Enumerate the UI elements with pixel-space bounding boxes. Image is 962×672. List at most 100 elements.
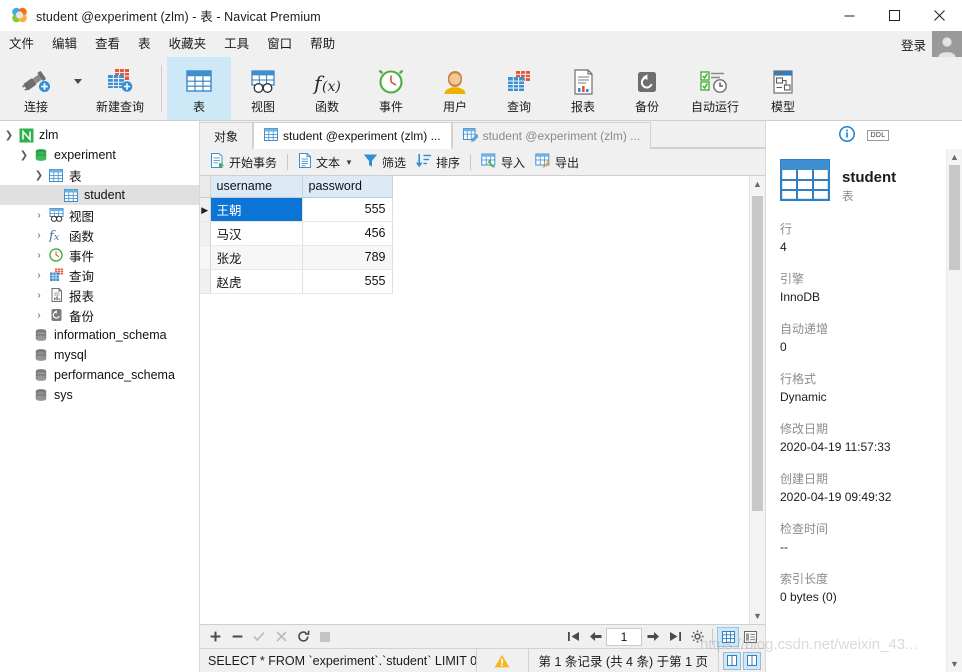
info-panel-scrollbar[interactable]: ▲ ▼: [946, 149, 962, 672]
row-marker[interactable]: [200, 269, 211, 294]
avatar[interactable]: [932, 31, 962, 57]
data-grid[interactable]: username password ▶ 王朝 555 马汉 456 张龙 789…: [200, 176, 749, 624]
scrollbar-track[interactable]: [947, 165, 962, 656]
last-record-button[interactable]: [664, 627, 686, 647]
discard-changes-button[interactable]: [270, 627, 292, 647]
text-button[interactable]: 文本 ▼: [293, 151, 358, 174]
tree-node-views[interactable]: › 视图: [0, 205, 199, 225]
form-view-toggle[interactable]: [739, 627, 761, 647]
toolbar-report[interactable]: 报表: [551, 57, 615, 120]
tree-node-experiment[interactable]: ❯ experiment: [0, 145, 199, 165]
menu-window[interactable]: 窗口: [258, 31, 301, 57]
previous-record-button[interactable]: [584, 627, 606, 647]
grid-settings-button[interactable]: [686, 627, 708, 647]
chevron-down-icon[interactable]: ❯: [2, 130, 16, 141]
chevron-right-icon[interactable]: ›: [32, 210, 46, 221]
toolbar-view[interactable]: 视图: [231, 57, 295, 120]
toolbar-backup[interactable]: 备份: [615, 57, 679, 120]
toolbar-function[interactable]: f (x) 函数: [295, 57, 359, 120]
warning-icon[interactable]: [475, 648, 528, 672]
tree-node-information-schema[interactable]: information_schema: [0, 325, 199, 345]
table-row[interactable]: ▶ 王朝 555: [200, 197, 393, 222]
scroll-up-icon[interactable]: ▲: [750, 176, 765, 192]
row-marker[interactable]: [200, 245, 211, 270]
toolbar-event[interactable]: 事件: [359, 57, 423, 120]
chevron-down-icon[interactable]: ▼: [345, 158, 353, 167]
grid-vertical-scrollbar[interactable]: ▲ ▼: [749, 176, 765, 624]
next-record-button[interactable]: [642, 627, 664, 647]
begin-transaction-button[interactable]: 开始事务: [205, 151, 282, 174]
menu-file[interactable]: 文件: [0, 31, 43, 57]
tree-node-sys[interactable]: sys: [0, 385, 199, 405]
filter-button[interactable]: 筛选: [358, 151, 411, 174]
chevron-down-icon[interactable]: ❯: [17, 150, 31, 161]
status-form-icon[interactable]: [743, 651, 761, 670]
object-tree-sidebar[interactable]: ❯ zlm ❯ experiment ❯ 表 student › 视图 › f …: [0, 121, 200, 672]
close-button[interactable]: [917, 0, 962, 31]
cell-password[interactable]: 789: [302, 245, 393, 270]
menu-favorites[interactable]: 收藏夹: [160, 31, 216, 57]
toolbar-model[interactable]: 模型: [751, 57, 815, 120]
cell-username[interactable]: 马汉: [210, 221, 303, 246]
first-record-button[interactable]: [562, 627, 584, 647]
cell-password[interactable]: 555: [302, 269, 393, 294]
toolbar-table[interactable]: 表: [167, 57, 231, 120]
export-button[interactable]: 导出: [530, 151, 584, 174]
add-record-button[interactable]: [204, 627, 226, 647]
page-number-input[interactable]: 1: [606, 627, 642, 646]
grid-view-toggle[interactable]: [717, 626, 739, 647]
row-marker[interactable]: [200, 221, 211, 246]
menu-table[interactable]: 表: [129, 31, 160, 57]
table-row[interactable]: 马汉 456: [200, 221, 393, 246]
scroll-down-icon[interactable]: ▼: [947, 656, 962, 672]
column-header-username[interactable]: username: [210, 176, 303, 198]
info-icon[interactable]: [838, 125, 855, 145]
menu-tools[interactable]: 工具: [215, 31, 258, 57]
menu-view[interactable]: 查看: [86, 31, 129, 57]
tree-node-tables[interactable]: ❯ 表: [0, 165, 199, 185]
maximize-button[interactable]: [872, 0, 917, 31]
ddl-button[interactable]: DDL: [866, 129, 890, 141]
chevron-right-icon[interactable]: ›: [32, 290, 46, 301]
tree-node-functions[interactable]: › fx 函数: [0, 225, 199, 245]
toolbar-user[interactable]: 用户: [423, 57, 487, 120]
scrollbar-thumb[interactable]: [949, 165, 960, 270]
chevron-down-icon[interactable]: ❯: [32, 170, 46, 181]
scrollbar-thumb[interactable]: [752, 196, 763, 511]
tree-node-mysql[interactable]: mysql: [0, 345, 199, 365]
apply-changes-button[interactable]: [248, 627, 270, 647]
tree-node-student[interactable]: student: [0, 185, 199, 205]
tree-node-performance-schema[interactable]: performance_schema: [0, 365, 199, 385]
tab-student-design[interactable]: student @experiment (zlm) ...: [451, 122, 652, 149]
scroll-down-icon[interactable]: ▼: [750, 608, 765, 624]
tab-objects[interactable]: 对象: [200, 122, 254, 149]
tree-node-events[interactable]: › 事件: [0, 245, 199, 265]
chevron-right-icon[interactable]: ›: [32, 270, 46, 281]
table-row[interactable]: 赵虎 555: [200, 269, 393, 294]
toolbar-query[interactable]: 查询: [487, 57, 551, 120]
tab-student-data[interactable]: student @experiment (zlm) ...: [253, 122, 452, 149]
column-header-password[interactable]: password: [302, 176, 393, 198]
tree-node-queries[interactable]: › 查询: [0, 265, 199, 285]
row-marker[interactable]: ▶: [200, 197, 211, 222]
chevron-right-icon[interactable]: ›: [32, 250, 46, 261]
chevron-right-icon[interactable]: ›: [32, 230, 46, 241]
cell-username[interactable]: 王朝: [210, 197, 303, 222]
menu-help[interactable]: 帮助: [301, 31, 344, 57]
connection-dropdown-caret-icon[interactable]: [72, 57, 84, 120]
delete-record-button[interactable]: [226, 627, 248, 647]
chevron-right-icon[interactable]: ›: [32, 310, 46, 321]
refresh-button[interactable]: [292, 627, 314, 647]
toolbar-connection[interactable]: 连接: [0, 57, 72, 120]
cell-username[interactable]: 张龙: [210, 245, 303, 270]
cell-password[interactable]: 555: [302, 197, 393, 222]
cell-username[interactable]: 赵虎: [210, 269, 303, 294]
tree-node-zlm[interactable]: ❯ zlm: [0, 125, 199, 145]
toolbar-automation[interactable]: 自动运行: [679, 57, 751, 120]
scrollbar-track[interactable]: [750, 192, 765, 608]
login-link[interactable]: 登录: [901, 35, 926, 54]
status-grid-icon[interactable]: [723, 651, 741, 670]
toolbar-new-query[interactable]: 新建查询: [84, 57, 156, 120]
scroll-up-icon[interactable]: ▲: [947, 149, 962, 165]
tree-node-backups[interactable]: › 备份: [0, 305, 199, 325]
